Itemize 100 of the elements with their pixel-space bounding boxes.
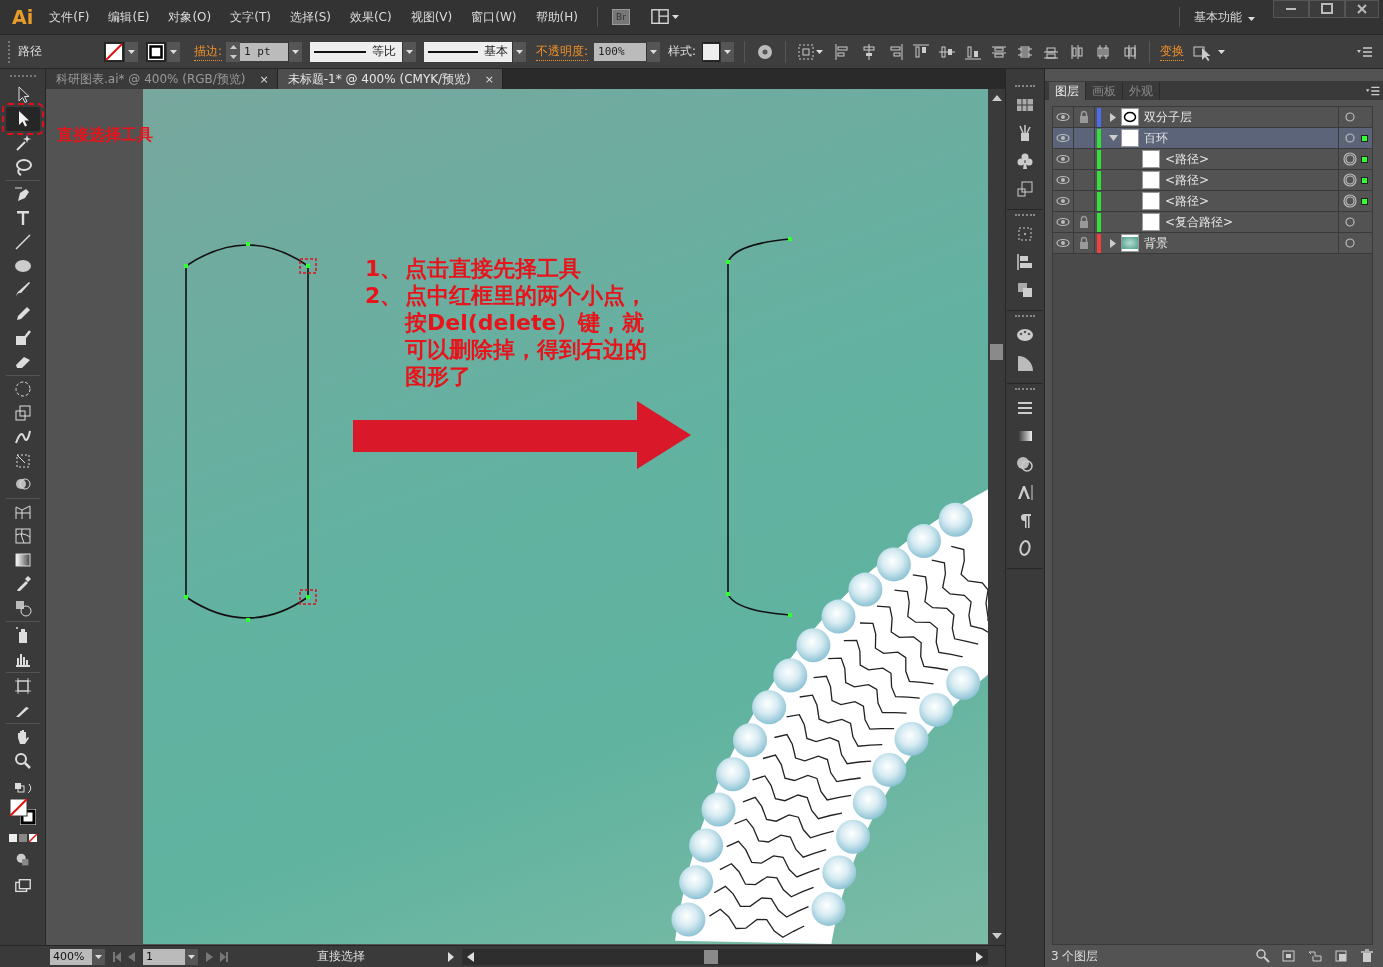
color-modes-icon[interactable] bbox=[7, 833, 38, 843]
brush-caret[interactable] bbox=[512, 41, 527, 62]
fill-stroke-icon[interactable] bbox=[7, 797, 38, 827]
layer-row[interactable]: <路径> bbox=[1053, 149, 1372, 170]
menu-item[interactable]: 窗口(W) bbox=[471, 8, 517, 26]
maximize-button[interactable] bbox=[1309, 0, 1345, 18]
dotted-square-icon bbox=[796, 41, 817, 62]
close-button[interactable] bbox=[1345, 0, 1379, 18]
overlapping-squares-icon[interactable] bbox=[1015, 179, 1035, 199]
align-selection-button[interactable] bbox=[796, 41, 824, 62]
overlapping-squares-icon[interactable] bbox=[1015, 280, 1035, 300]
dotted-square-icon[interactable] bbox=[1015, 224, 1035, 244]
club-icon[interactable] bbox=[1015, 151, 1035, 171]
visibility-toggle[interactable] bbox=[1053, 211, 1074, 233]
artboard-dropdown[interactable] bbox=[185, 948, 198, 965]
scroll-thumb[interactable] bbox=[990, 344, 1003, 360]
stroke-swatch[interactable] bbox=[146, 41, 166, 62]
layer-name: <复合路径> bbox=[1165, 213, 1235, 231]
last-artboard-icon[interactable] bbox=[220, 951, 228, 962]
menu-item[interactable]: 编辑(E) bbox=[108, 8, 150, 26]
stroke-weight-dropdown[interactable] bbox=[288, 41, 303, 62]
scroll-down-icon[interactable] bbox=[990, 931, 1003, 941]
menu-item[interactable]: 帮助(H) bbox=[535, 8, 578, 26]
arrange-documents-button[interactable] bbox=[649, 8, 679, 26]
layer-row[interactable]: 背景 bbox=[1053, 233, 1372, 254]
layer-row[interactable]: <路径> bbox=[1053, 191, 1372, 212]
layer-row[interactable]: 百环 bbox=[1053, 128, 1372, 149]
opacity-label[interactable]: 不透明度: bbox=[536, 42, 589, 61]
vertical-scrollbar[interactable] bbox=[988, 89, 1005, 945]
ring-icon[interactable] bbox=[1343, 215, 1357, 229]
horizontal-scrollbar[interactable] bbox=[462, 948, 988, 965]
selected-art-indicator[interactable] bbox=[1361, 197, 1368, 205]
trash-icon[interactable] bbox=[1359, 948, 1375, 964]
selected-art-indicator[interactable] bbox=[1361, 155, 1368, 163]
align-left-icon[interactable] bbox=[1015, 252, 1035, 272]
ring-icon[interactable] bbox=[1343, 236, 1357, 250]
style-dropdown[interactable] bbox=[720, 41, 735, 62]
profile-dropdown[interactable]: 等比 bbox=[310, 41, 403, 62]
opacity-field[interactable]: 100% bbox=[594, 42, 647, 61]
double-ring-icon[interactable] bbox=[1343, 173, 1357, 187]
opacity-dropdown[interactable] bbox=[646, 41, 661, 62]
clipping-mask-icon[interactable] bbox=[1281, 948, 1297, 964]
character-icon[interactable] bbox=[1015, 482, 1035, 502]
status-menu-icon[interactable] bbox=[446, 951, 456, 962]
transparency-circles-icon[interactable] bbox=[1015, 454, 1035, 474]
first-artboard-icon[interactable] bbox=[113, 951, 121, 962]
collapsed-triangle-icon[interactable] bbox=[1108, 238, 1118, 248]
layer-row[interactable]: 双分子层 bbox=[1053, 107, 1372, 128]
menu-item[interactable]: 对象(O) bbox=[168, 8, 212, 26]
scroll-up-icon[interactable] bbox=[990, 93, 1003, 103]
scroll-thumb[interactable] bbox=[704, 949, 718, 964]
expanded-triangle-icon[interactable] bbox=[1108, 133, 1118, 143]
new-layer-icon[interactable] bbox=[1333, 948, 1349, 964]
double-ring-icon[interactable] bbox=[1343, 194, 1357, 208]
zoom-dropdown[interactable] bbox=[92, 948, 105, 965]
visibility-toggle[interactable] bbox=[1053, 232, 1074, 254]
document-tab[interactable]: 科研图表.ai* @ 400% (RGB/预览) × bbox=[46, 69, 278, 89]
menu-item[interactable]: 效果(C) bbox=[349, 8, 392, 26]
visibility-toggle[interactable] bbox=[1053, 127, 1074, 149]
tab-close-button[interactable]: × bbox=[259, 72, 269, 86]
fill-dropdown[interactable] bbox=[124, 41, 138, 62]
new-sublayer-icon[interactable] bbox=[1307, 948, 1323, 964]
visibility-toggle[interactable] bbox=[1053, 148, 1074, 170]
menu-item[interactable]: 视图(V) bbox=[410, 8, 453, 26]
tab-close-button[interactable]: × bbox=[484, 72, 495, 86]
style-swatch[interactable] bbox=[702, 41, 721, 62]
menu-item[interactable]: 选择(S) bbox=[289, 8, 331, 26]
fill-swatch[interactable] bbox=[104, 41, 124, 62]
stroke-dropdown[interactable] bbox=[166, 41, 180, 62]
collapsed-triangle-icon[interactable] bbox=[1108, 112, 1118, 122]
layer-row[interactable]: <复合路径> bbox=[1053, 212, 1372, 233]
profile-caret[interactable] bbox=[402, 41, 417, 62]
ring-icon[interactable] bbox=[1343, 110, 1357, 124]
stroke-square-icon bbox=[147, 42, 165, 61]
visibility-toggle[interactable] bbox=[1053, 169, 1074, 191]
screen-mode-icon[interactable] bbox=[12, 877, 33, 895]
minimize-button[interactable] bbox=[1273, 0, 1309, 18]
zoom-field[interactable]: 400% bbox=[50, 948, 92, 965]
panel-tab[interactable]: 图层 bbox=[1049, 82, 1086, 100]
stroke-label[interactable]: 描边: bbox=[194, 42, 223, 61]
stroke-weight-field[interactable]: 1 pt bbox=[240, 42, 289, 61]
selected-art-indicator[interactable] bbox=[1361, 176, 1368, 184]
search-icon[interactable] bbox=[1255, 948, 1271, 964]
previous-artboard-icon[interactable] bbox=[127, 951, 135, 962]
artboard-field[interactable]: 1 bbox=[143, 948, 185, 965]
next-artboard-icon[interactable] bbox=[206, 951, 214, 962]
selected-art-indicator[interactable] bbox=[1361, 134, 1368, 142]
brush-dropdown[interactable]: 基本 bbox=[424, 41, 513, 62]
layer-row[interactable]: <路径> bbox=[1053, 170, 1372, 191]
menu-item[interactable]: 文件(F) bbox=[49, 8, 90, 26]
menu-item[interactable]: 文字(T) bbox=[230, 8, 271, 26]
double-ring-icon[interactable] bbox=[1343, 152, 1357, 166]
stroke-spinner[interactable] bbox=[226, 41, 241, 62]
visibility-toggle[interactable] bbox=[1053, 190, 1074, 212]
document-tab[interactable]: 未标题-1* @ 400% (CMYK/预览) × bbox=[277, 69, 504, 89]
workspace-switcher[interactable]: 基本功能 bbox=[1194, 8, 1242, 26]
transform-link[interactable]: 变换 bbox=[1160, 42, 1185, 61]
layer-count: 3 个图层 bbox=[1051, 947, 1099, 965]
visibility-toggle[interactable] bbox=[1053, 106, 1074, 128]
layer-thumbnail bbox=[1142, 171, 1160, 189]
